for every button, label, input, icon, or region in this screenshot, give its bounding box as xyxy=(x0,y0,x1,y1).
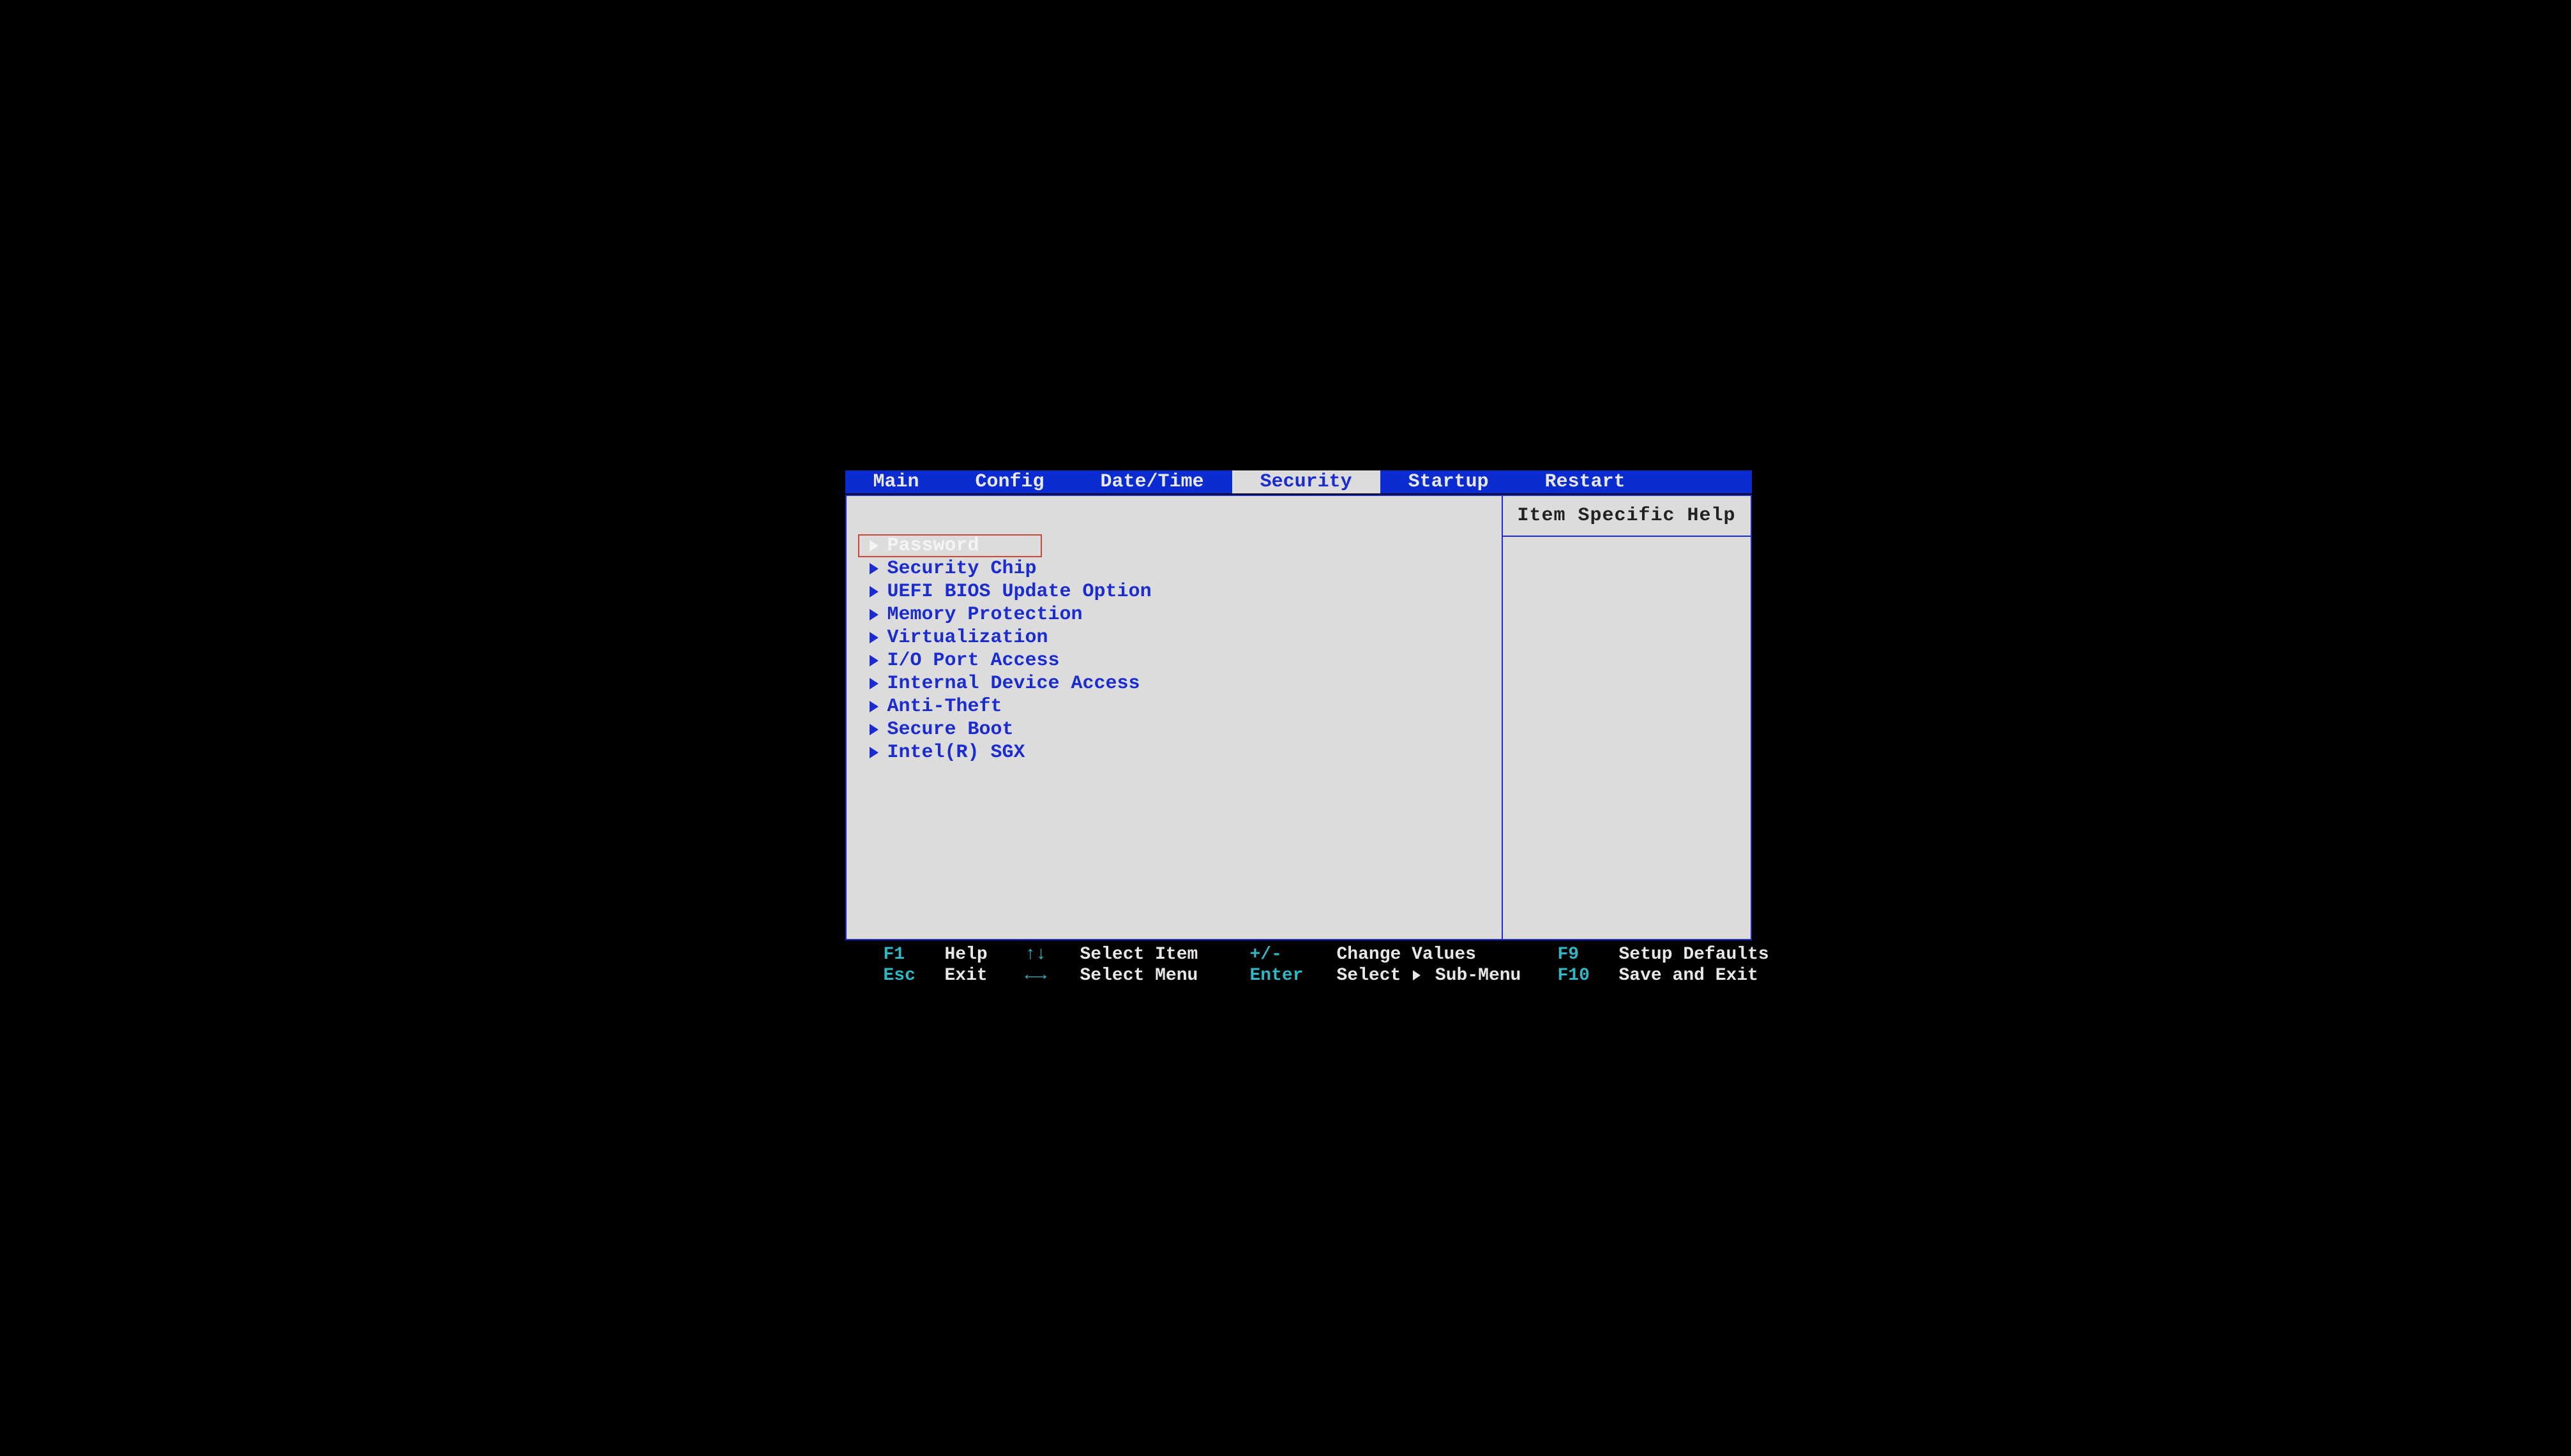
action-setup-defaults: Setup Defaults xyxy=(1619,945,1769,964)
menu-item-virtualization[interactable]: Virtualization xyxy=(858,626,1489,649)
action-select-submenu-pre: Select xyxy=(1337,966,1412,986)
arrow-updown-icon: ↑↓ xyxy=(1025,945,1076,964)
action-change-values: Change Values xyxy=(1337,945,1554,964)
menu-item-label: Intel(R) SGX xyxy=(887,742,1025,763)
tab-main[interactable]: Main xyxy=(845,470,947,493)
menu-item-label: Anti-Theft xyxy=(887,696,1002,717)
action-select-menu: Select Menu xyxy=(1080,966,1246,986)
menu-item-secure-boot[interactable]: Secure Boot xyxy=(858,718,1489,741)
menu-item-anti-theft[interactable]: Anti-Theft xyxy=(858,695,1489,718)
menu-item-password[interactable]: Password xyxy=(858,534,1042,557)
menu-item-label: Security Chip xyxy=(887,558,1037,580)
menu-item-uefi-bios-update[interactable]: UEFI BIOS Update Option xyxy=(858,580,1489,603)
menu-item-label: Secure Boot xyxy=(887,719,1014,740)
key-plusminus: +/- xyxy=(1250,945,1333,964)
tab-date-time[interactable]: Date/Time xyxy=(1073,470,1232,493)
help-panel-title: Item Specific Help xyxy=(1503,496,1751,537)
key-esc: Esc xyxy=(884,966,941,986)
keyhelp-bar: F1 Help ↑↓ Select Item +/- Change Values… xyxy=(845,940,1752,990)
action-select-item: Select Item xyxy=(1080,945,1246,964)
menu-item-memory-protection[interactable]: Memory Protection xyxy=(858,603,1489,626)
menu-item-security-chip[interactable]: Security Chip xyxy=(858,557,1489,580)
main-panel: Password Security Chip UEFI BIOS Update … xyxy=(845,495,1752,940)
submenu-arrow-icon xyxy=(870,724,878,735)
tab-security[interactable]: Security xyxy=(1232,470,1380,493)
submenu-arrow-icon xyxy=(870,632,878,643)
action-select-submenu: Select Sub-Menu xyxy=(1337,966,1554,986)
menu-item-internal-device-access[interactable]: Internal Device Access xyxy=(858,672,1489,695)
action-help: Help xyxy=(945,945,1022,964)
key-f1: F1 xyxy=(884,945,941,964)
menu-item-label: Virtualization xyxy=(887,627,1048,649)
submenu-arrow-icon xyxy=(870,609,878,620)
action-select-submenu-post: Sub-Menu xyxy=(1424,966,1521,986)
submenu-arrow-icon xyxy=(870,586,878,597)
menu-item-label: Internal Device Access xyxy=(887,673,1140,694)
help-panel-body xyxy=(1503,537,1751,939)
key-enter: Enter xyxy=(1250,966,1333,986)
menu-list: Password Security Chip UEFI BIOS Update … xyxy=(847,496,1502,939)
menu-item-io-port-access[interactable]: I/O Port Access xyxy=(858,649,1489,672)
submenu-arrow-icon xyxy=(1413,970,1421,980)
key-f9: F9 xyxy=(1558,945,1615,964)
menu-item-intel-sgx[interactable]: Intel(R) SGX xyxy=(858,741,1489,764)
arrow-leftright-icon: ←→ xyxy=(1025,966,1076,986)
menu-item-label: I/O Port Access xyxy=(887,650,1060,672)
submenu-arrow-icon xyxy=(870,655,878,666)
tab-bar: Main Config Date/Time Security Startup R… xyxy=(845,470,1752,493)
tab-config[interactable]: Config xyxy=(947,470,1073,493)
action-exit: Exit xyxy=(945,966,1022,986)
submenu-arrow-icon xyxy=(870,747,878,758)
submenu-arrow-icon xyxy=(870,563,878,574)
submenu-arrow-icon xyxy=(870,540,878,552)
submenu-arrow-icon xyxy=(870,678,878,689)
menu-item-label: Password xyxy=(887,535,979,557)
menu-item-label: UEFI BIOS Update Option xyxy=(887,581,1152,603)
tab-restart[interactable]: Restart xyxy=(1517,470,1654,493)
bios-screen: Main Config Date/Time Security Startup R… xyxy=(820,467,1752,990)
menu-item-label: Memory Protection xyxy=(887,604,1083,626)
tab-startup[interactable]: Startup xyxy=(1380,470,1517,493)
key-f10: F10 xyxy=(1558,966,1615,986)
submenu-arrow-icon xyxy=(870,701,878,712)
help-panel: Item Specific Help xyxy=(1502,496,1751,939)
action-save-and-exit: Save and Exit xyxy=(1619,966,1769,986)
